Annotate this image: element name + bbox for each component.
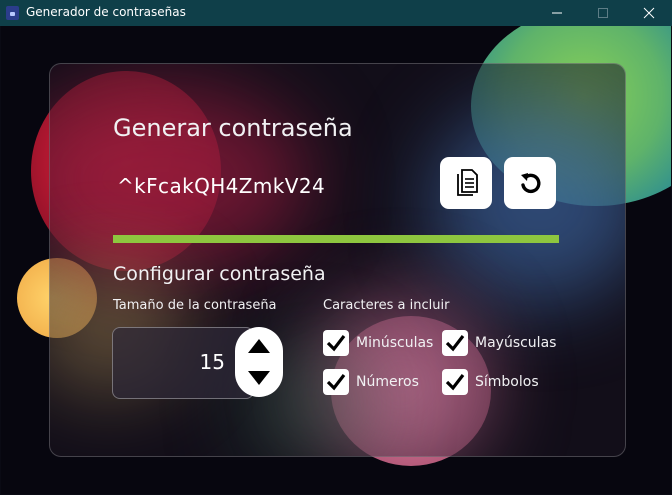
app-background: Generar contraseña ^kFcakQH4ZmkV24 Confi… xyxy=(1,26,671,494)
checkbox-label[interactable]: Números xyxy=(356,374,419,390)
minimize-button[interactable] xyxy=(534,0,580,26)
length-value[interactable]: 15 xyxy=(113,350,225,374)
length-label: Tamaño de la contraseña xyxy=(113,298,277,313)
checkbox-label[interactable]: Mayúsculas xyxy=(475,335,556,351)
check-icon xyxy=(326,335,346,352)
regenerate-button[interactable] xyxy=(504,157,556,209)
checkbox-uppercase[interactable]: Mayúsculas xyxy=(442,330,556,356)
check-icon xyxy=(445,335,465,352)
check-icon xyxy=(445,374,465,391)
checkbox-box[interactable] xyxy=(323,369,349,395)
title-bar: Generador de contraseñas xyxy=(0,0,672,26)
increment-arrow-icon[interactable] xyxy=(247,338,271,354)
checkbox-box[interactable] xyxy=(442,369,468,395)
refresh-icon xyxy=(521,173,541,194)
check-icon xyxy=(326,374,346,391)
length-stepper-buttons xyxy=(235,327,283,397)
maximize-icon xyxy=(598,8,608,18)
configure-heading: Configurar contraseña xyxy=(113,263,326,285)
strength-bar-fill xyxy=(113,235,559,243)
checkbox-symbols[interactable]: Símbolos xyxy=(442,369,539,395)
checkbox-box[interactable] xyxy=(442,330,468,356)
checkbox-box[interactable] xyxy=(323,330,349,356)
chars-label: Caracteres a incluir xyxy=(323,298,450,313)
lock-app-icon xyxy=(6,6,19,20)
generator-card: Generar contraseña ^kFcakQH4ZmkV24 Confi… xyxy=(49,63,626,457)
generated-password: ^kFcakQH4ZmkV24 xyxy=(117,174,326,198)
maximize-button[interactable] xyxy=(580,0,626,26)
copy-button[interactable] xyxy=(440,157,492,209)
window-title: Generador de contraseñas xyxy=(26,5,186,19)
generate-heading: Generar contraseña xyxy=(113,114,353,142)
checkbox-lowercase[interactable]: Minúsculas xyxy=(323,330,433,356)
copy-icon xyxy=(457,169,478,196)
length-spinner[interactable]: 15 xyxy=(112,327,254,399)
close-button[interactable] xyxy=(626,0,672,26)
checkbox-label[interactable]: Símbolos xyxy=(475,374,539,390)
checkbox-numbers[interactable]: Números xyxy=(323,369,419,395)
minimize-icon xyxy=(552,12,562,14)
checkbox-label[interactable]: Minúsculas xyxy=(356,335,433,351)
strength-bar xyxy=(113,235,559,243)
decrement-arrow-icon[interactable] xyxy=(247,370,271,386)
close-icon xyxy=(643,7,655,19)
